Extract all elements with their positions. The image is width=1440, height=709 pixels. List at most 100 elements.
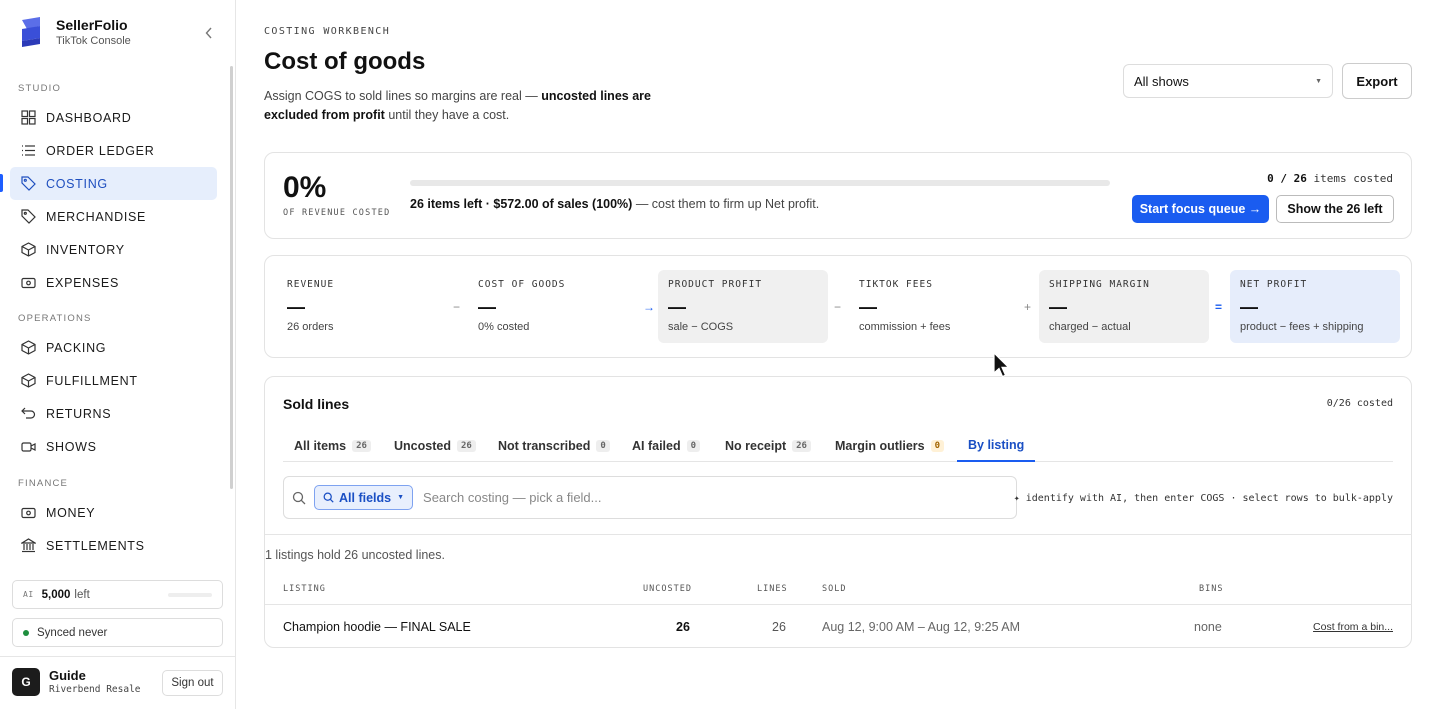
nav-section-studio: STUDIO — [18, 83, 62, 94]
sidebar-item-label: EXPENSES — [46, 275, 119, 290]
operator-minus: − — [453, 300, 461, 314]
percent-costed-label: OF REVENUE COSTED — [283, 208, 391, 218]
metric-value: — — [1049, 297, 1067, 317]
cell-listing: Champion hoodie — FINAL SALE — [283, 620, 471, 634]
tab-margin-outliers[interactable]: Margin outliers 0 — [824, 429, 955, 462]
sidebar-item-settlements[interactable]: SETTLEMENTS — [10, 529, 217, 562]
bank-icon — [20, 538, 36, 554]
page-eyebrow: COSTING WORKBENCH — [264, 26, 391, 37]
tab-ai-failed[interactable]: AI failed 0 — [621, 429, 711, 462]
operator-minus: − — [834, 300, 842, 314]
sync-status: Synced never — [12, 618, 223, 647]
ai-tag: AI — [23, 590, 34, 599]
sign-out-button[interactable]: Sign out — [162, 670, 223, 696]
sidebar-item-label: RETURNS — [46, 406, 112, 421]
percent-costed: 0% — [283, 171, 327, 204]
column-header-uncosted[interactable]: UNCOSTED — [643, 584, 692, 594]
sidebar-item-label: DASHBOARD — [46, 110, 132, 125]
items-costed-fraction: 0 / 26 — [1267, 172, 1307, 185]
tab-by-listing[interactable]: By listing — [957, 429, 1036, 462]
sold-lines-title: Sold lines — [283, 396, 350, 412]
sidebar-item-dashboard[interactable]: DASHBOARD — [10, 101, 217, 134]
caret-down-icon: ▼ — [397, 494, 405, 501]
sidebar-item-returns[interactable]: RETURNS — [10, 397, 217, 430]
tab-no-receipt[interactable]: No receipt 26 — [714, 429, 822, 462]
tab-label: Margin outliers — [835, 438, 925, 453]
metric-net-profit: NET PROFIT — product − fees + shipping — [1230, 270, 1400, 343]
tab-label: Uncosted — [394, 438, 451, 453]
search-hint: ✦ identify with AI, then enter COGS · se… — [1013, 493, 1393, 504]
sidebar-item-label: INVENTORY — [46, 242, 125, 257]
sidebar-item-inventory[interactable]: INVENTORY — [10, 233, 217, 266]
banknote-icon — [20, 275, 36, 291]
tab-uncosted[interactable]: Uncosted 26 — [383, 429, 487, 462]
ai-credits-bar — [168, 592, 212, 597]
sidebar-item-merchandise[interactable]: MERCHANDISE — [10, 200, 217, 233]
shows-select-value: All shows — [1134, 73, 1189, 89]
box-icon — [20, 340, 36, 356]
column-header-sold[interactable]: SOLD — [822, 584, 846, 594]
collapse-sidebar-button[interactable] — [200, 24, 218, 42]
cell-lines: 26 — [772, 620, 786, 634]
tag-icon — [20, 176, 36, 192]
grid-icon — [20, 110, 36, 126]
sidebar-item-expenses[interactable]: EXPENSES — [10, 266, 217, 299]
status-dot-icon — [23, 629, 29, 636]
sidebar-item-shows[interactable]: SHOWS — [10, 430, 217, 463]
sidebar-item-label: MERCHANDISE — [46, 209, 147, 224]
show-left-button[interactable]: Show the 26 left — [1276, 195, 1394, 223]
sidebar-item-fulfillment[interactable]: FULFILLMENT — [10, 364, 217, 397]
progress-text: 26 items left · $572.00 of sales (100%) … — [410, 197, 819, 211]
sidebar-item-costing[interactable]: COSTING — [10, 167, 217, 200]
metric-label: COST OF GOODS — [478, 279, 566, 290]
column-header-bins[interactable]: BINS — [1199, 584, 1223, 594]
divider — [265, 534, 1412, 535]
tab-label: All items — [294, 438, 347, 453]
search-input[interactable] — [423, 490, 984, 505]
brand[interactable]: SellerFolio TikTok Console — [18, 16, 131, 48]
column-header-listing[interactable]: LISTING — [283, 584, 326, 594]
sidebar-item-packing[interactable]: PACKING — [10, 331, 217, 364]
cell-uncosted: 26 — [676, 620, 690, 634]
avatar[interactable]: G — [12, 668, 40, 696]
metric-sub: 26 orders — [287, 321, 334, 333]
operator-equals: = — [1215, 300, 1223, 314]
metric-product-profit: PRODUCT PROFIT — sale − COGS — [658, 270, 828, 343]
progress-text-rest: — cost them to firm up Net profit. — [632, 197, 820, 211]
metric-value: — — [478, 297, 496, 317]
sold-lines-count: 0/26 costed — [1326, 398, 1393, 409]
banknote-icon — [20, 505, 36, 521]
costing-progress-card: 0% OF REVENUE COSTED 26 items left · $57… — [264, 152, 1412, 239]
tab-count-badge: 26 — [792, 439, 811, 452]
column-header-lines[interactable]: LINES — [757, 584, 788, 594]
user-name: Guide — [49, 668, 86, 683]
sidebar-item-money[interactable]: MONEY — [10, 496, 217, 529]
search-bar: All fields ▼ — [283, 476, 1017, 519]
metric-value: — — [1240, 297, 1258, 317]
cell-sold: Aug 12, 9:00 AM – Aug 12, 9:25 AM — [822, 620, 1021, 634]
tab-label: No receipt — [725, 438, 787, 453]
shows-select[interactable]: All shows ▼ — [1123, 64, 1333, 98]
nav-section-finance: FINANCE — [18, 478, 69, 489]
tab-not-transcribed[interactable]: Not transcribed 0 — [487, 429, 621, 462]
tab-count-badge: 0 — [930, 439, 945, 452]
sidebar-item-order-ledger[interactable]: ORDER LEDGER — [10, 134, 217, 167]
cost-from-bin-link[interactable]: Cost from a bin... — [1313, 621, 1393, 633]
sidebar-item-label: FULFILLMENT — [46, 373, 138, 388]
page-description: Assign COGS to sold lines so margins are… — [264, 87, 664, 125]
metric-sub: charged − actual — [1049, 321, 1131, 333]
export-button[interactable]: Export — [1342, 63, 1412, 99]
sidebar-item-label: MONEY — [46, 505, 96, 520]
search-field-selector[interactable]: All fields ▼ — [314, 485, 414, 510]
start-focus-queue-button[interactable]: Start focus queue → — [1132, 195, 1269, 223]
profit-breakdown-card: REVENUE — 26 orders − COST OF GOODS — 0%… — [264, 255, 1412, 358]
desc-text: until they have a cost. — [384, 108, 510, 122]
sidebar-scrollbar[interactable] — [230, 66, 233, 489]
tab-label: Not transcribed — [498, 438, 591, 453]
sold-lines-card: Sold lines 0/26 costed All items 26 Uncos… — [264, 376, 1412, 648]
tab-all-items[interactable]: All items 26 — [283, 429, 382, 462]
tab-label: AI failed — [632, 438, 681, 453]
listings-summary: 1 listings hold 26 uncosted lines. — [265, 548, 445, 562]
search-icon — [323, 492, 334, 503]
video-icon — [20, 439, 36, 455]
